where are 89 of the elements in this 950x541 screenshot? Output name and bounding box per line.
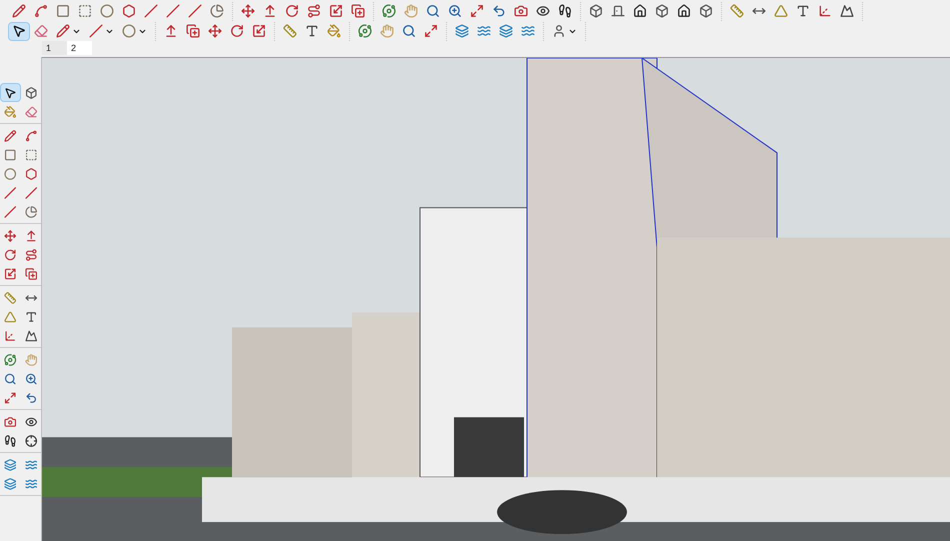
scale-icon <box>252 24 266 38</box>
follow-path-icon <box>24 248 37 262</box>
move-icon <box>4 228 16 242</box>
rotate-icon <box>285 4 299 18</box>
pie-icon <box>210 4 224 18</box>
pencil-icon <box>4 128 16 142</box>
polygon-icon <box>24 166 37 180</box>
text-icon <box>305 24 319 38</box>
hand-icon <box>24 352 37 366</box>
layers-icon <box>499 24 513 38</box>
box-icon <box>589 4 603 18</box>
scale-icon <box>329 4 343 18</box>
tool-button[interactable] <box>8 22 30 40</box>
tape-measure-icon <box>730 4 744 18</box>
paint-bucket-icon <box>4 104 16 118</box>
previous-view-icon <box>492 4 506 18</box>
door-icon <box>611 4 625 18</box>
scene-tab[interactable]: 1 <box>42 41 67 55</box>
freehand-curve-icon <box>24 128 37 142</box>
waves-icon <box>521 24 535 38</box>
zoom-extents-icon <box>4 390 16 404</box>
box-icon <box>24 86 37 100</box>
pie-icon <box>24 204 37 218</box>
hand-icon <box>380 24 394 38</box>
eye-icon <box>536 4 550 18</box>
scene-tab[interactable]: 2 <box>67 41 92 55</box>
tool-button[interactable] <box>0 83 20 102</box>
zoom-extents-icon <box>424 24 438 38</box>
rectangle-icon <box>78 4 92 18</box>
protractor-icon <box>4 310 16 324</box>
offset-icon <box>24 266 37 280</box>
protractor-icon <box>774 4 788 18</box>
camera-icon <box>4 414 16 428</box>
camera-icon <box>514 4 528 18</box>
orbit-icon <box>382 4 396 18</box>
footprints-icon <box>558 4 572 18</box>
tape-measure-icon <box>4 290 16 304</box>
follow-path-icon <box>307 4 321 18</box>
paint-bucket-icon <box>327 24 341 38</box>
footprints-icon <box>4 434 16 448</box>
crosshair-icon <box>24 434 37 448</box>
zoom-window-icon <box>24 372 37 386</box>
push-pull-icon <box>24 228 37 242</box>
rotate-icon <box>4 248 16 262</box>
move-icon <box>208 24 222 38</box>
axes-icon <box>4 328 16 342</box>
rectangle-icon <box>4 148 16 162</box>
offset-icon <box>351 4 365 18</box>
previous-view-icon <box>24 390 37 404</box>
zoom-extents-icon <box>470 4 484 18</box>
layers-icon <box>4 476 16 490</box>
search-icon <box>402 24 416 38</box>
circle-icon <box>100 4 114 18</box>
layers-icon <box>455 24 469 38</box>
tape-measure-icon <box>283 24 297 38</box>
house-icon <box>633 4 647 18</box>
offset-icon <box>186 24 200 38</box>
scale-icon <box>4 266 16 280</box>
rotate-icon <box>230 24 244 38</box>
layers-icon <box>4 458 16 472</box>
orbit-icon <box>358 24 372 38</box>
circle-icon <box>4 166 16 180</box>
pencil-icon <box>56 24 70 38</box>
search-icon <box>4 372 16 386</box>
house-icon <box>677 4 691 18</box>
select-icon <box>4 86 16 100</box>
box-icon <box>699 4 713 18</box>
move-icon <box>241 4 255 18</box>
hand-icon <box>404 4 418 18</box>
circle-icon <box>122 24 136 38</box>
rectangle-icon <box>24 148 37 162</box>
push-pull-icon <box>164 24 178 38</box>
select-icon <box>12 24 26 38</box>
pencil-icon <box>12 4 26 18</box>
polygon-icon <box>122 4 136 18</box>
zoom-window-icon <box>448 4 462 18</box>
orbit-icon <box>4 352 16 366</box>
text-icon <box>796 4 810 18</box>
waves-icon <box>477 24 491 38</box>
axes-icon <box>818 4 832 18</box>
box-icon <box>655 4 669 18</box>
freehand-curve-icon <box>34 4 48 18</box>
rectangle-icon <box>56 4 70 18</box>
user-icon <box>552 24 566 38</box>
eraser-icon <box>24 104 37 118</box>
eraser-icon <box>34 24 48 38</box>
search-icon <box>426 4 440 18</box>
text-icon <box>24 310 37 324</box>
push-pull-icon <box>263 4 277 18</box>
